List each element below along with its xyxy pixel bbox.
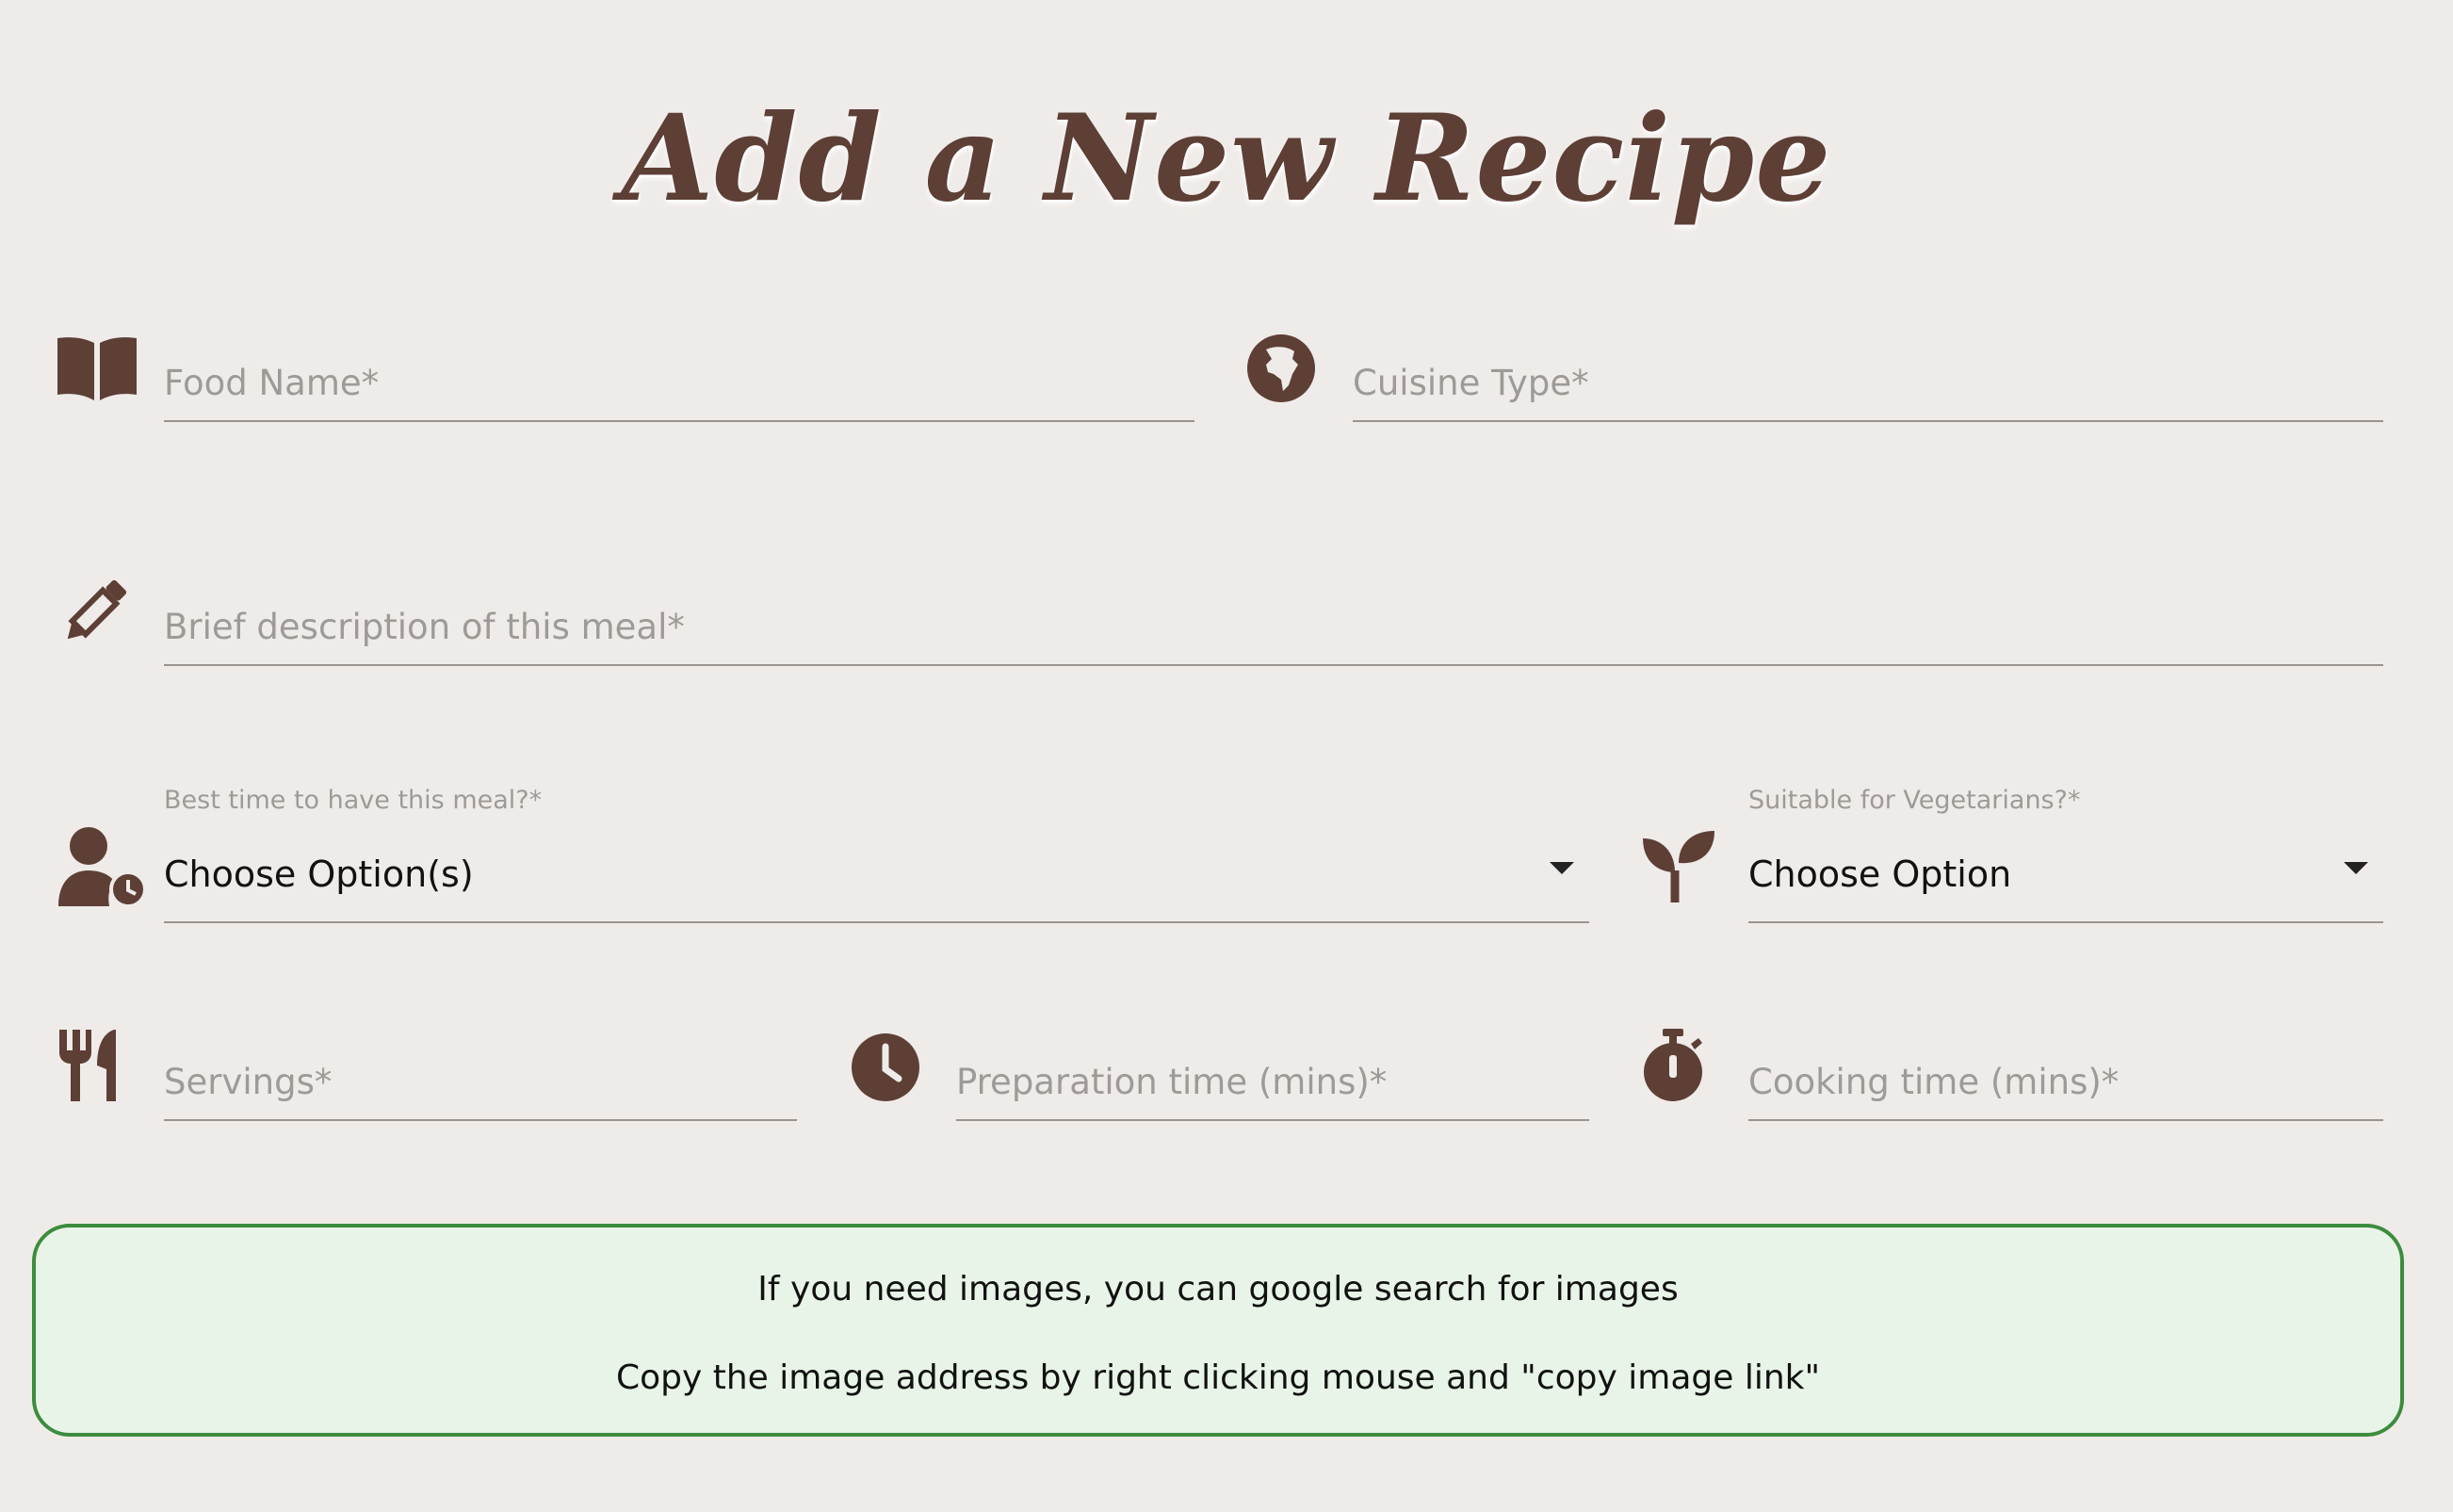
user-clock-icon [53, 821, 151, 912]
vegetarian-label: Suitable for Vegetarians?* [1748, 786, 2081, 815]
cook-time-input[interactable] [1748, 1062, 2383, 1102]
cuisine-type-input[interactable] [1353, 363, 2383, 403]
servings-input[interactable] [164, 1062, 797, 1102]
chevron-down-icon [1550, 862, 1574, 874]
food-name-field [164, 320, 1194, 422]
description-input[interactable] [164, 607, 2383, 647]
meal-time-select[interactable]: Choose Option(s) [164, 820, 1589, 923]
vegetarian-value: Choose Option [1748, 854, 2012, 895]
prep-time-input[interactable] [956, 1062, 1589, 1102]
meal-time-label: Best time to have this meal?* [164, 786, 543, 815]
prep-time-field [956, 1019, 1589, 1121]
info-line-2: Copy the image address by right clicking… [615, 1358, 1821, 1397]
seedling-icon [1633, 821, 1724, 912]
image-help-box: If you need images, you can google searc… [32, 1224, 2404, 1437]
meal-time-value: Choose Option(s) [164, 854, 474, 895]
info-line-1: If you need images, you can google searc… [757, 1270, 1679, 1309]
utensils-icon [43, 1020, 134, 1111]
clock-icon [840, 1022, 931, 1113]
description-field [164, 565, 2383, 666]
globe-africa-icon [1236, 323, 1326, 414]
servings-field [164, 1019, 797, 1121]
stopwatch-icon [1628, 1019, 1718, 1110]
cuisine-type-field [1353, 320, 2383, 422]
vegetarian-select[interactable]: Choose Option [1748, 820, 2383, 923]
cook-time-field [1748, 1019, 2383, 1121]
food-name-input[interactable] [164, 363, 1194, 403]
chevron-down-icon [2344, 862, 2368, 874]
page-title: Add a New Recipe [621, 89, 1832, 228]
book-open-icon [52, 323, 142, 414]
pencil-icon [49, 567, 139, 658]
